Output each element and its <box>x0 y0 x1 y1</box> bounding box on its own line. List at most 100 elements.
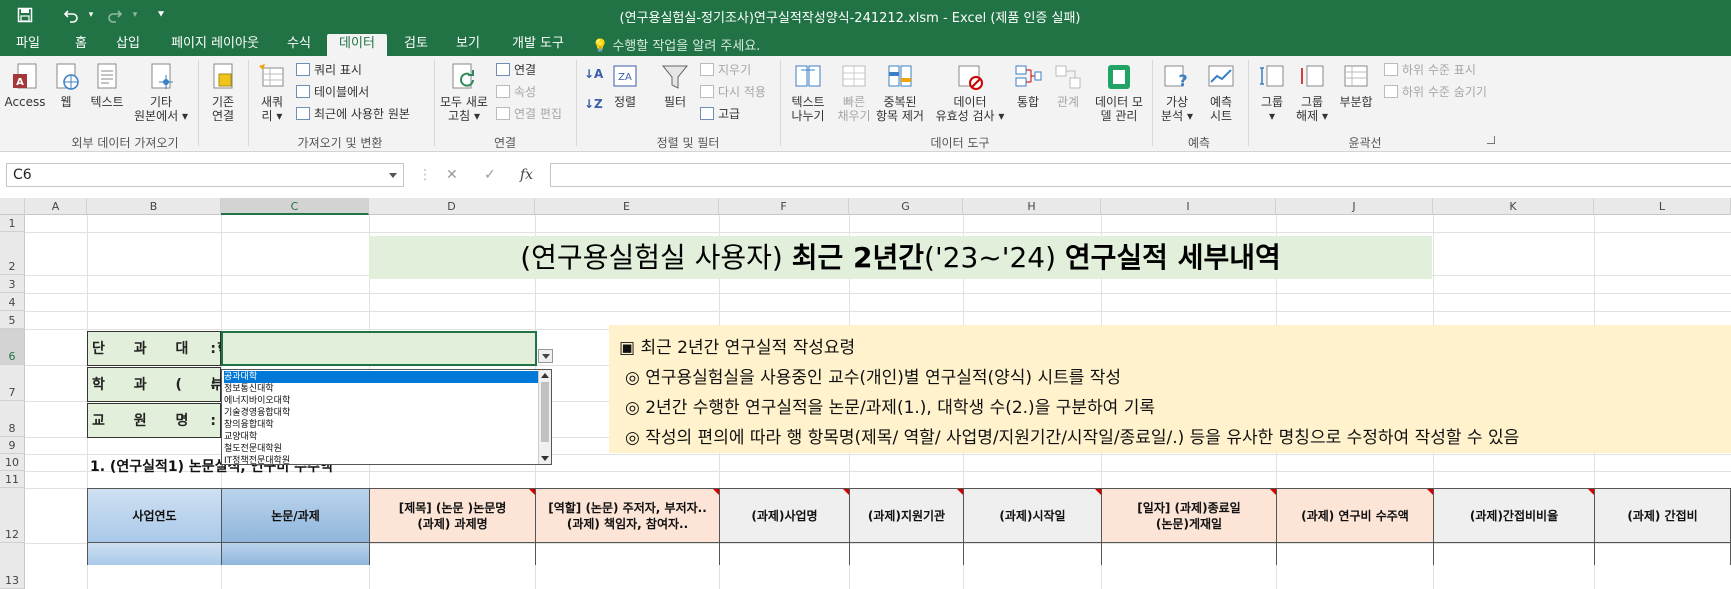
show-queries-button[interactable]: 쿼리 표시 <box>296 62 362 78</box>
clear-filter-button[interactable]: 지우기 <box>700 62 751 78</box>
name-box[interactable]: C6 <box>6 163 404 187</box>
group-button[interactable]: 그룹 ▾ <box>1254 62 1290 123</box>
column-header-e[interactable]: E <box>535 198 719 215</box>
forecast-sheet-button[interactable]: 예측 시트 <box>1202 62 1240 123</box>
dropdown-option[interactable]: 기술경영융합대학 <box>224 407 540 419</box>
tab-insert[interactable]: 삽입 <box>106 34 150 56</box>
row-header-13[interactable]: 13 <box>0 543 25 589</box>
table-cell[interactable] <box>1594 543 1731 565</box>
edit-links-button[interactable]: 연결 편집 <box>496 106 562 122</box>
dropdown-scrollbar[interactable] <box>538 370 551 464</box>
dropdown-option[interactable]: 교양대학 <box>224 431 540 443</box>
table-cell[interactable] <box>963 543 1102 565</box>
row-header-6[interactable]: 6 <box>0 329 25 365</box>
table-cell[interactable] <box>719 543 850 565</box>
data-validation-button[interactable]: 데이터 유효성 검사 ▾ <box>934 62 1006 123</box>
column-header-f[interactable]: F <box>719 198 849 215</box>
dropdown-option[interactable]: IT정책전문대학원 <box>224 455 540 464</box>
table-cell[interactable] <box>87 543 222 565</box>
tab-developer[interactable]: 개발 도구 <box>500 34 576 56</box>
advanced-filter-button[interactable]: 고급 <box>700 106 740 122</box>
column-header-d[interactable]: D <box>369 198 535 215</box>
undo-dropdown-icon[interactable]: ▾ <box>78 4 104 26</box>
dropdown-option[interactable]: 철도전문대학원 <box>224 443 540 455</box>
consolidate-button[interactable]: 통합 <box>1008 62 1048 109</box>
tab-data[interactable]: 데이터 <box>327 34 387 56</box>
row-header-5[interactable]: 5 <box>0 311 25 329</box>
column-header-b[interactable]: B <box>87 198 221 215</box>
tab-formulas[interactable]: 수식 <box>278 34 320 56</box>
recent-sources-button[interactable]: 최근에 사용한 원본 <box>296 106 410 122</box>
dropdown-option[interactable]: 정보통신대학 <box>224 383 540 395</box>
table-cell[interactable] <box>535 543 720 565</box>
connections-button[interactable]: 연결 <box>496 62 536 78</box>
new-query-button[interactable]: 새쿼 리 ▾ <box>254 62 290 123</box>
row-header-7[interactable]: 7 <box>0 365 25 401</box>
remove-duplicates-button[interactable]: 중복된 항목 제거 <box>872 62 928 123</box>
table-cell[interactable] <box>1101 543 1277 565</box>
outline-dialog-launcher-icon[interactable] <box>1487 136 1495 144</box>
from-access-button[interactable]: A Access <box>4 62 46 109</box>
column-header-j[interactable]: J <box>1276 198 1433 215</box>
save-icon[interactable] <box>12 4 38 26</box>
row-header-2[interactable]: 2 <box>0 232 25 275</box>
dropdown-option[interactable]: 창의융합대학 <box>224 419 540 431</box>
table-cell[interactable] <box>221 543 370 565</box>
manage-data-model-button[interactable]: 데이터 모 델 관리 <box>1090 62 1148 123</box>
column-header-l[interactable]: L <box>1594 198 1731 215</box>
hide-detail-button[interactable]: 하위 수준 숨기기 <box>1384 84 1487 100</box>
dropdown-option[interactable]: 공과대학 <box>224 371 540 383</box>
properties-button[interactable]: 속성 <box>496 84 536 100</box>
table-cell[interactable] <box>849 543 964 565</box>
tab-home[interactable]: 홈 <box>62 34 100 56</box>
column-header-c[interactable]: C <box>221 198 369 215</box>
row-header-4[interactable]: 4 <box>0 293 25 311</box>
scroll-up-icon[interactable] <box>541 373 549 378</box>
row-header-8[interactable]: 8 <box>0 401 25 437</box>
sort-az-icon[interactable]: ↓A <box>584 66 603 82</box>
table-cell[interactable] <box>369 543 536 565</box>
tab-review[interactable]: 검토 <box>394 34 438 56</box>
sort-button[interactable]: ZA 정렬 <box>606 62 644 109</box>
refresh-all-button[interactable]: 모두 새로 고침 ▾ <box>438 62 490 123</box>
existing-connections-button[interactable]: 기존 연결 <box>204 62 242 123</box>
tab-file[interactable]: 파일 <box>8 34 48 56</box>
enter-icon[interactable]: ✓ <box>484 167 496 183</box>
dropdown-arrow-icon[interactable] <box>538 349 553 363</box>
subtotal-button[interactable]: 부분합 <box>1334 62 1378 109</box>
college-dropdown-list[interactable]: 공과대학 정보통신대학 에너지바이오대학 기술경영융합대학 창의융합대학 교양대… <box>221 369 552 465</box>
column-header-a[interactable]: A <box>25 198 87 215</box>
relationships-button[interactable]: 관계 <box>1050 62 1086 109</box>
customize-icon[interactable]: ⯆ <box>148 4 174 26</box>
row-header-11[interactable]: 11 <box>0 471 25 488</box>
formula-input[interactable] <box>550 163 1731 187</box>
sort-za-icon[interactable]: ↓Z <box>584 96 603 112</box>
chevron-down-icon[interactable] <box>389 173 397 178</box>
table-cell[interactable] <box>1276 543 1434 565</box>
row-header-1[interactable]: 1 <box>0 215 25 232</box>
column-header-h[interactable]: H <box>963 198 1101 215</box>
column-header-g[interactable]: G <box>849 198 963 215</box>
row-header-12[interactable]: 12 <box>0 488 25 543</box>
other-sources-button[interactable]: 기타 원본에서 ▾ <box>130 62 192 123</box>
tab-page-layout[interactable]: 페이지 레이아웃 <box>160 34 270 56</box>
cancel-icon[interactable]: ✕ <box>446 167 458 183</box>
dropdown-option[interactable]: 에너지바이오대학 <box>224 395 540 407</box>
active-cell-c6[interactable] <box>221 331 553 366</box>
row-header-10[interactable]: 10 <box>0 454 25 471</box>
select-all-corner[interactable] <box>0 198 25 215</box>
scroll-down-icon[interactable] <box>541 456 549 461</box>
ungroup-button[interactable]: 그룹 해제 ▾ <box>1294 62 1330 123</box>
from-web-button[interactable]: 웹 <box>50 62 82 109</box>
column-header-i[interactable]: I <box>1101 198 1276 215</box>
scroll-thumb[interactable] <box>541 382 549 442</box>
row-header-3[interactable]: 3 <box>0 275 25 293</box>
insert-function-icon[interactable]: fx <box>520 167 533 183</box>
from-text-button[interactable]: 텍스트 <box>86 62 128 109</box>
reapply-button[interactable]: 다시 적용 <box>700 84 766 100</box>
column-header-k[interactable]: K <box>1433 198 1594 215</box>
tell-me-box[interactable]: 💡 수행할 작업을 알려 주세요. <box>592 35 760 54</box>
what-if-button[interactable]: ? 가상 분석 ▾ <box>1156 62 1198 123</box>
show-detail-button[interactable]: 하위 수준 표시 <box>1384 62 1476 78</box>
redo-dropdown-icon[interactable]: ▾ <box>122 4 148 26</box>
